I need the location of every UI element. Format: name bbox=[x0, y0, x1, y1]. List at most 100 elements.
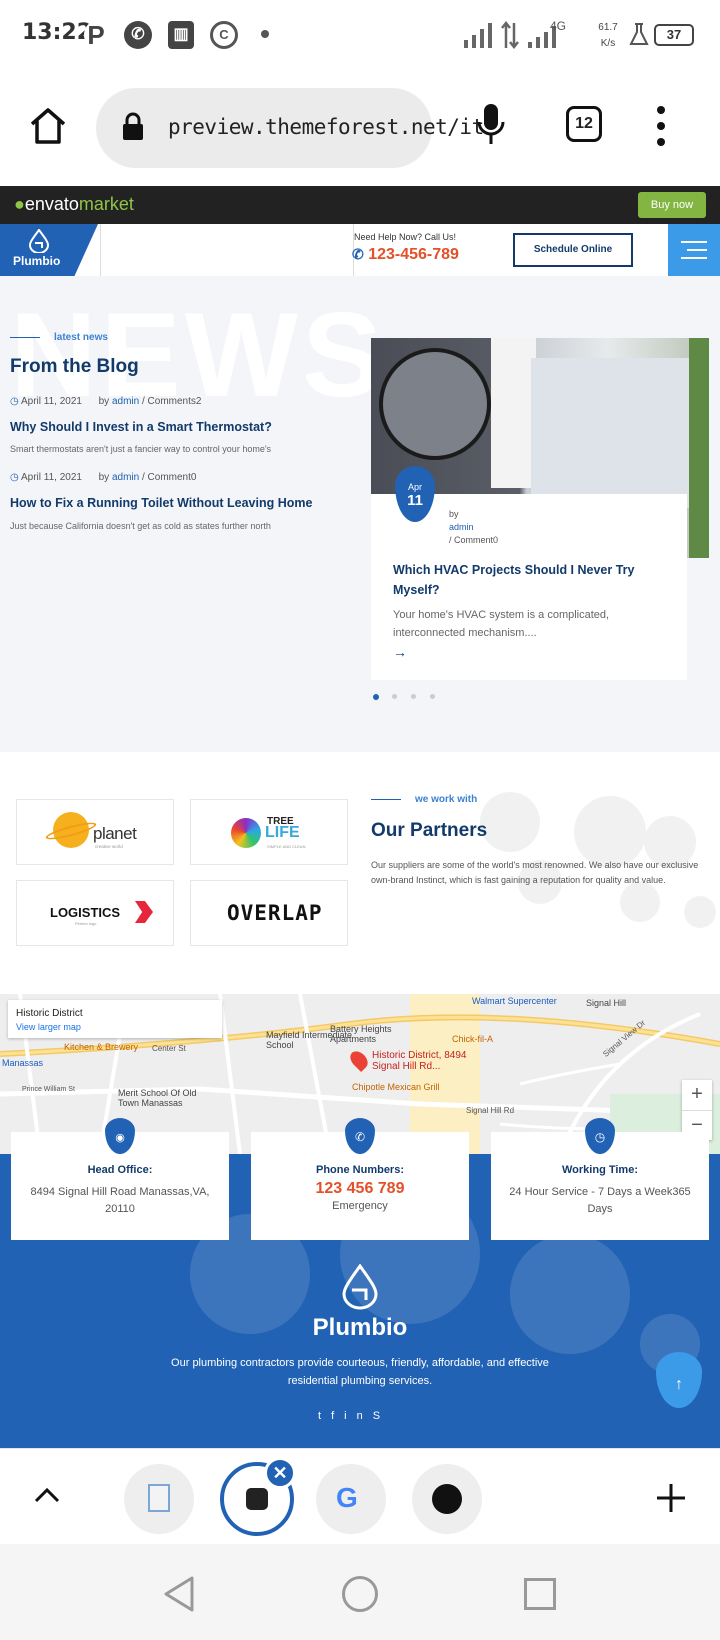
clock-icon: ◷ bbox=[10, 396, 19, 407]
slider-dot[interactable] bbox=[392, 694, 397, 699]
map-label: Chipotle Mexican Grill bbox=[352, 1082, 440, 1092]
whatsapp-icon: ✆ bbox=[124, 21, 152, 49]
partner-logo-overlap[interactable]: OVERLAP bbox=[190, 880, 348, 946]
footer-brand: Plumbio bbox=[312, 1314, 408, 1341]
twitter-icon[interactable]: t bbox=[318, 1410, 331, 1422]
partner-name: LOGISTICS bbox=[50, 905, 121, 920]
browser-toolbar: preview.themeforest.net/it 12 bbox=[0, 72, 720, 184]
featured-meta: by admin / Comment0 bbox=[449, 509, 499, 545]
featured-post-title[interactable]: Which HVAC Projects Should I Never Try M… bbox=[393, 560, 653, 600]
tab-thumbnail-github[interactable] bbox=[412, 1464, 482, 1534]
back-icon[interactable] bbox=[162, 1576, 196, 1612]
skype-icon[interactable]: S bbox=[373, 1410, 390, 1422]
partner-tagline: Perfect logo bbox=[75, 921, 97, 926]
back-to-top-button[interactable]: ↑ bbox=[656, 1352, 702, 1408]
map-pin-label: Historic District, 8494 Signal Hill Rd..… bbox=[372, 1050, 467, 1072]
linkedin-icon[interactable]: in bbox=[344, 1410, 373, 1422]
tab-thumbnail-google[interactable]: G bbox=[316, 1464, 386, 1534]
date-badge: Apr 11 bbox=[395, 466, 435, 522]
slider-dot-active[interactable] bbox=[373, 694, 379, 700]
map-label: Center St bbox=[152, 1044, 186, 1053]
microphone-icon[interactable] bbox=[476, 102, 506, 148]
buy-now-button[interactable]: Buy now bbox=[638, 192, 706, 218]
document-icon bbox=[148, 1484, 170, 1512]
facebook-icon[interactable]: f bbox=[331, 1410, 344, 1422]
map-label: Chick-fil-A bbox=[452, 1034, 494, 1044]
card-title: Working Time: bbox=[562, 1164, 638, 1176]
menu-button[interactable] bbox=[668, 224, 720, 276]
post-title[interactable]: Why Should I Invest in a Smart Thermosta… bbox=[10, 420, 272, 434]
status-bar: 13:22 P ✆ ▥ C 4G 61.7 K/s 37 bbox=[0, 0, 720, 72]
partner-name: OVERLAP bbox=[227, 901, 323, 925]
news-app-icon: ▥ bbox=[168, 21, 194, 49]
map-label: Merit School Of Old Town Manassas bbox=[118, 1088, 197, 1108]
map-zoom-controls: + − bbox=[682, 1080, 712, 1140]
featured-post-card[interactable]: Apr 11 by admin / Comment0 Which HVAC Proj… bbox=[371, 466, 687, 680]
github-icon bbox=[432, 1484, 462, 1514]
brand-name: Plumbio bbox=[13, 254, 61, 268]
window-shape bbox=[531, 358, 691, 508]
url-bar[interactable]: preview.themeforest.net/it bbox=[96, 88, 484, 168]
partners-section: planet creative world TREE LIFE SIMPLE A… bbox=[0, 752, 720, 994]
zoom-in-button[interactable]: + bbox=[682, 1080, 712, 1110]
post-excerpt: Just because California doesn't get as c… bbox=[10, 521, 271, 531]
map-label: Signal Hill bbox=[586, 998, 627, 1008]
card-title: Head Office: bbox=[87, 1164, 153, 1176]
help-text: Need Help Now? Call Us! bbox=[354, 232, 457, 242]
parking-app-icon: P bbox=[84, 21, 108, 49]
partner-logo-planet[interactable]: planet creative world bbox=[16, 799, 174, 865]
brand-logo-area[interactable]: Plumbio bbox=[0, 224, 98, 276]
card-sub: Emergency bbox=[332, 1200, 388, 1212]
status-time: 13:22 bbox=[22, 20, 93, 45]
mirror-shape bbox=[379, 348, 491, 460]
envato-logo[interactable]: ●envatomarket bbox=[14, 194, 134, 215]
close-tab-icon[interactable]: ✕ bbox=[264, 1457, 296, 1489]
blog-section: NEWS latest news From the Blog ◷ April 1… bbox=[0, 276, 720, 752]
post-title[interactable]: How to Fix a Running Toilet Without Leav… bbox=[10, 496, 312, 510]
home-nav-icon[interactable] bbox=[342, 1576, 378, 1612]
new-tab-icon[interactable] bbox=[656, 1483, 686, 1513]
tab-switcher-button[interactable]: 12 bbox=[566, 106, 602, 142]
blog-title: From the Blog bbox=[10, 356, 139, 377]
slider-dot[interactable] bbox=[430, 694, 435, 699]
post-meta: ◷ April 11, 2021 by admin / Comments2 bbox=[10, 396, 202, 407]
post-meta: ◷ April 11, 2021 by admin / Comment0 bbox=[10, 472, 197, 483]
header-search-area[interactable] bbox=[100, 224, 354, 276]
clock-icon: ◷ bbox=[10, 472, 19, 483]
map-label: Manassas bbox=[2, 1058, 44, 1068]
lock-icon bbox=[123, 112, 143, 140]
schedule-online-button[interactable]: Schedule Online bbox=[513, 233, 633, 267]
envato-preview-bar: ●envatomarket Buy now bbox=[0, 186, 720, 224]
recents-icon[interactable] bbox=[524, 1578, 556, 1610]
map-label: Signal Hill Rd bbox=[466, 1106, 515, 1115]
more-options-icon[interactable] bbox=[654, 104, 668, 148]
partners-eyebrow: we work with bbox=[371, 794, 477, 805]
card-value: 24 Hour Service - 7 Days a Week365 Days bbox=[509, 1186, 691, 1215]
home-icon[interactable] bbox=[28, 106, 68, 146]
header-phone[interactable]: ✆ 123-456-789 bbox=[352, 246, 459, 264]
card-phone-value[interactable]: 123 456 789 bbox=[251, 1180, 469, 1198]
partners-title: Our Partners bbox=[371, 820, 488, 841]
footer-faucet-logo-icon bbox=[342, 1264, 378, 1310]
map-label: Kitchen & Brewery bbox=[64, 1042, 139, 1052]
faucet-drop-icon bbox=[28, 229, 50, 253]
partner-logo-logistics[interactable]: LOGISTICS Perfect logo bbox=[16, 880, 174, 946]
browser-tab-strip: ✕ G bbox=[0, 1448, 720, 1544]
view-larger-map-link[interactable]: View larger map bbox=[16, 1022, 81, 1032]
network-type: 4G bbox=[550, 19, 567, 33]
partner-name-2: LIFE bbox=[265, 824, 300, 841]
blog-eyebrow: latest news bbox=[10, 332, 108, 343]
social-links: tfinS bbox=[318, 1410, 390, 1422]
slider-dot[interactable] bbox=[411, 694, 416, 699]
plant-shape bbox=[689, 338, 709, 558]
tab-thumbnail-docs[interactable] bbox=[124, 1464, 194, 1534]
read-more-arrow[interactable]: → bbox=[393, 644, 407, 660]
footer-description: Our plumbing contractors provide courteo… bbox=[171, 1357, 549, 1387]
net-speed: 61.7 K/s bbox=[598, 22, 618, 49]
themeforest-icon bbox=[246, 1488, 268, 1510]
chevron-up-icon[interactable] bbox=[34, 1487, 60, 1503]
card-title: Phone Numbers: bbox=[315, 1164, 404, 1176]
copyright-app-icon: C bbox=[210, 21, 238, 49]
cabinet-shape bbox=[491, 338, 536, 488]
partner-logo-treelife[interactable]: TREE LIFE SIMPLE AND CLEAN bbox=[190, 799, 348, 865]
